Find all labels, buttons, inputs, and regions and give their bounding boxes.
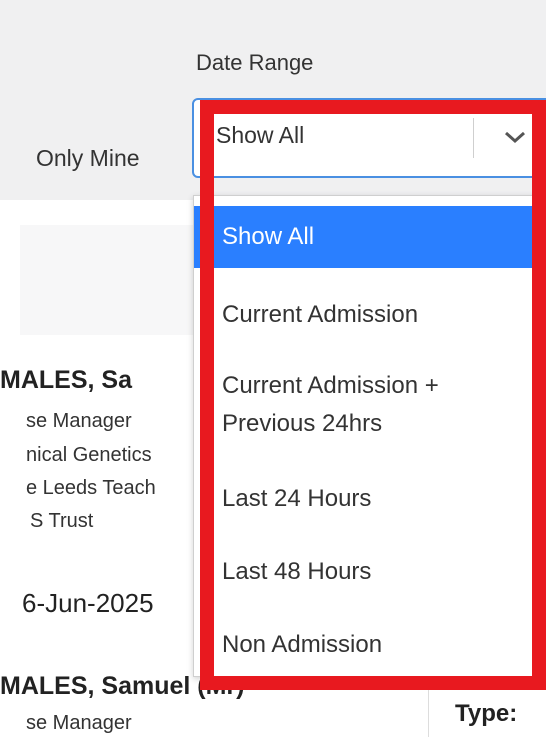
person-role: se Manager	[26, 712, 132, 734]
person-organisation: e Leeds Teach	[26, 477, 156, 499]
option-last-24-hours[interactable]: Last 24 Hours	[194, 468, 546, 530]
date-range-dropdown: Show All Current Admission Current Admis…	[193, 195, 546, 677]
list-item[interactable]: MALES, Sa se Manager nical Genetics e Le…	[0, 360, 205, 650]
option-current-admission[interactable]: Current Admission	[194, 284, 546, 346]
person-organisation-cont: S Trust	[30, 510, 94, 532]
person-department: nical Genetics	[26, 444, 152, 466]
only-mine-label[interactable]: Only Mine	[36, 145, 140, 172]
option-show-all[interactable]: Show All	[194, 206, 546, 268]
option-current-admission-previous-24hrs[interactable]: Current Admission +	[194, 368, 546, 404]
item-date: 6-Jun-2025	[22, 588, 154, 618]
person-name: MALES, Sa	[0, 366, 132, 394]
option-non-admission[interactable]: Non Admission	[194, 614, 546, 676]
date-range-value: Show All	[216, 122, 305, 148]
filter-toolbar: Date Range Only Mine Show All	[0, 0, 546, 200]
person-role: se Manager	[26, 410, 132, 432]
date-range-label: Date Range	[196, 50, 314, 75]
list-header-area	[20, 225, 200, 335]
option-current-admission-previous-24hrs-cont[interactable]: Previous 24hrs	[194, 406, 546, 442]
option-last-48-hours[interactable]: Last 48 Hours	[194, 541, 546, 603]
chevron-down-icon[interactable]	[500, 122, 530, 152]
type-label: Type:	[455, 700, 518, 727]
list-item[interactable]: MALES, Samuel (Mr) se Manager	[0, 670, 430, 737]
select-separator	[473, 118, 474, 158]
date-range-select[interactable]: Show All	[192, 98, 546, 178]
